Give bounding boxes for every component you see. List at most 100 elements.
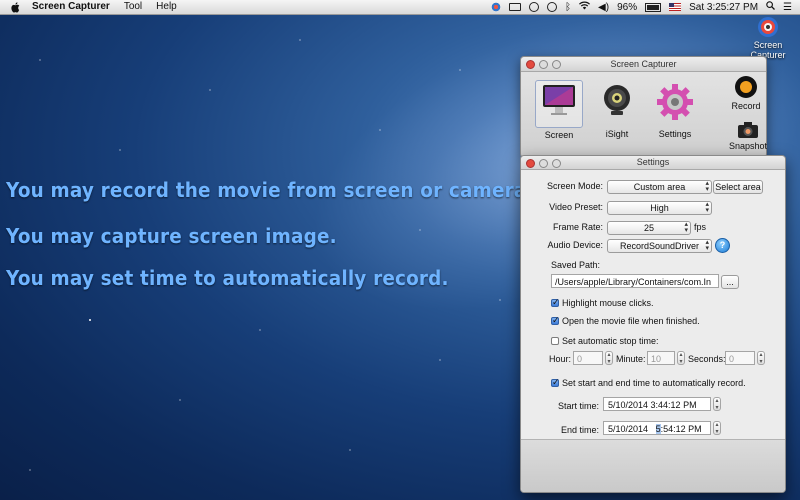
tool-screen[interactable]: Screen (535, 80, 583, 140)
screen-mode-popup[interactable]: Custom area ▴ ▾ (607, 180, 712, 194)
frame-rate-unit: fps (694, 222, 707, 232)
frame-rate-popup[interactable]: 25 ▴ ▾ (607, 221, 691, 235)
screen-mode-value: Custom area (633, 182, 686, 192)
menu-extras: ᛒ ◀) 96% Sat 3:25:27 PM ☰ (491, 0, 792, 14)
audio-device-popup[interactable]: RecordSoundDriver ▴ ▾ (607, 239, 712, 253)
end-time-rest-segment[interactable]: :54:12 PM (661, 424, 702, 434)
schedule-checkbox[interactable]: Set start and end time to automatically … (551, 377, 746, 388)
hour-field[interactable]: 0 (573, 351, 603, 365)
checkbox-box (551, 315, 560, 326)
hour-stepper[interactable]: ▴ ▾ (605, 351, 613, 365)
volume-icon[interactable]: ◀) (598, 2, 609, 13)
minute-label: Minute: (616, 354, 646, 364)
end-date-segment[interactable]: 5/10/2014 (608, 424, 648, 434)
screen-mode-label: Screen Mode: (546, 181, 603, 191)
settings-titlebar[interactable]: Settings (521, 156, 785, 170)
open-movie-checkbox[interactable]: Open the movie file when finished. (551, 315, 700, 326)
tool-isight-label: iSight (605, 129, 629, 139)
saved-path-field[interactable]: /Users/apple/Library/Containers/com.In (551, 274, 719, 288)
battery-level-fill (647, 4, 659, 10)
menu-help[interactable]: Help (156, 0, 177, 14)
browse-path-button[interactable]: ... (721, 275, 739, 289)
settings-title: Settings (636, 157, 670, 167)
record-icon (726, 75, 766, 101)
time-machine-icon[interactable] (529, 2, 540, 12)
monitor-icon (539, 83, 579, 121)
start-time-field[interactable]: 5/10/2014 3:44:12 PM (603, 397, 711, 411)
tool-screen-label: Screen (544, 130, 574, 140)
desktop-icon-label-1: Screen (753, 40, 783, 50)
select-area-button[interactable]: Select area (713, 180, 763, 194)
screen-capturer-app-icon (757, 16, 779, 38)
sync-icon[interactable] (547, 2, 558, 12)
battery-percent: 96% (617, 1, 638, 13)
highlight-clicks-checkbox[interactable]: Highlight mouse clicks. (551, 297, 654, 308)
schedule-label: Set start and end time to automatically … (562, 378, 746, 388)
us-flag-input-icon[interactable] (669, 3, 682, 11)
promo-line-1: You may record the movie from screen or … (6, 178, 534, 202)
video-preset-value: High (650, 203, 669, 213)
start-time-stepper[interactable]: ▴ ▾ (713, 397, 721, 411)
auto-stop-label: Set automatic stop time: (562, 336, 659, 346)
close-button[interactable] (526, 60, 535, 69)
menu-bar: Screen Capturer Tool Help ᛒ ◀) 96% Sat 3… (0, 0, 800, 15)
tool-snapshot[interactable]: Snapshot (726, 121, 770, 151)
saved-path-label: Saved Path: (551, 260, 601, 270)
checkbox-box (551, 297, 560, 308)
app-status-icon[interactable] (491, 2, 502, 12)
help-icon[interactable]: ? (715, 238, 730, 253)
minute-stepper[interactable]: ▴ ▾ (677, 351, 685, 365)
video-preset-label: Video Preset: (549, 202, 603, 212)
checkbox-box (551, 377, 560, 388)
audio-device-value: RecordSoundDriver (619, 241, 700, 251)
menu-app-name[interactable]: Screen Capturer (32, 0, 110, 14)
apple-menu-icon[interactable] (10, 1, 22, 13)
seconds-stepper[interactable]: ▴ ▾ (757, 351, 765, 365)
end-time-field[interactable]: 5/10/2014 5:54:12 PM (603, 421, 711, 435)
popup-arrows-icon: ▴ ▾ (705, 239, 709, 252)
display-icon[interactable] (509, 3, 522, 11)
tool-isight[interactable]: iSight (597, 83, 637, 139)
hour-label: Hour: (549, 354, 572, 364)
desktop-app-icon[interactable]: Screen Capturer (742, 16, 794, 60)
search-icon[interactable] (766, 1, 775, 13)
tool-settings[interactable]: Settings (654, 83, 696, 139)
end-time-stepper[interactable]: ▴ ▾ (713, 421, 721, 435)
main-window-title: Screen Capturer (610, 59, 677, 69)
main-window-titlebar[interactable]: Screen Capturer (521, 57, 766, 72)
auto-stop-checkbox[interactable]: Set automatic stop time: (551, 336, 659, 346)
settings-minimize-button[interactable] (539, 159, 548, 168)
minute-field[interactable]: 10 (647, 351, 675, 365)
menu-tool[interactable]: Tool (124, 0, 142, 14)
main-window: Screen Capturer Screen iSight Settings R… (520, 56, 767, 158)
camera-icon (726, 121, 770, 141)
tool-snapshot-label: Snapshot (728, 141, 768, 151)
end-time-label: End time: (560, 425, 599, 435)
tool-record[interactable]: Record (726, 75, 766, 111)
settings-close-button[interactable] (526, 159, 535, 168)
tool-record-label: Record (731, 101, 761, 111)
highlight-clicks-label: Highlight mouse clicks. (562, 298, 654, 308)
wifi-icon[interactable] (579, 1, 591, 13)
open-movie-label: Open the movie file when finished. (562, 316, 700, 326)
minimize-button[interactable] (539, 60, 548, 69)
menu-clock[interactable]: Sat 3:25:27 PM (689, 2, 758, 13)
bluetooth-icon[interactable]: ᛒ (565, 2, 571, 13)
gear-icon (654, 83, 696, 123)
promo-line-3: You may set time to automatically record… (6, 266, 449, 290)
notification-center-icon[interactable]: ☰ (783, 2, 792, 13)
popup-arrows-icon: ▴ ▾ (684, 221, 688, 234)
webcam-icon (597, 83, 637, 121)
video-preset-popup[interactable]: High ▴ ▾ (607, 201, 712, 215)
popup-arrows-icon: ▴ ▾ (705, 180, 709, 193)
seconds-label: Seconds: (688, 354, 726, 364)
checkbox-box (551, 337, 559, 345)
start-time-label: Start time: (557, 401, 599, 411)
frame-rate-value: 25 (643, 223, 654, 233)
battery-icon[interactable] (645, 2, 662, 12)
frame-rate-label: Frame Rate: (552, 222, 603, 232)
promo-line-2: You may capture screen image. (6, 224, 337, 248)
zoom-button[interactable] (552, 60, 561, 69)
settings-zoom-button[interactable] (552, 159, 561, 168)
seconds-field[interactable]: 0 (725, 351, 755, 365)
